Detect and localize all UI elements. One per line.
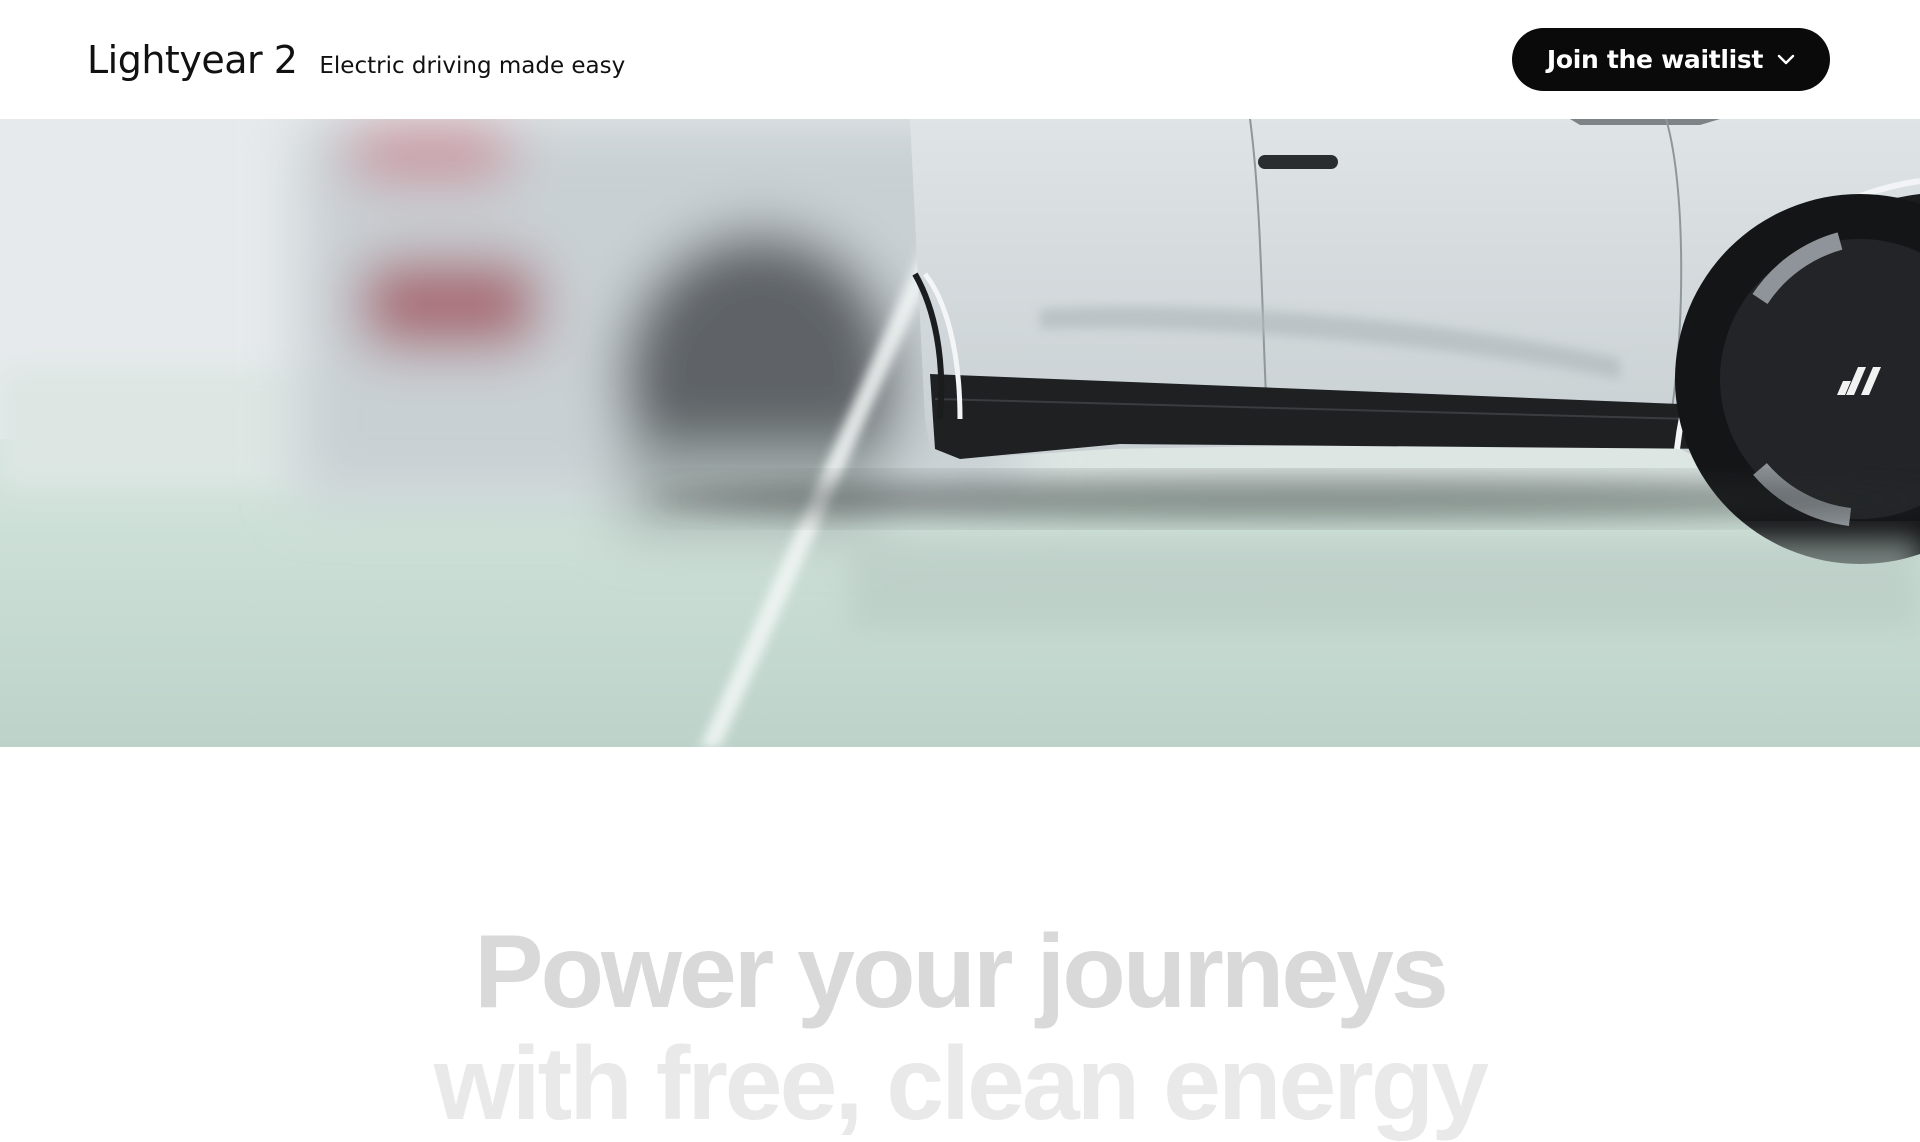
join-waitlist-label: Join the waitlist [1546,45,1764,74]
brand-name[interactable]: Lightyear 2 [87,38,298,82]
car-photo [0,119,1920,747]
chevron-down-icon [1777,54,1795,66]
headline-line-2: with free, clean energy [433,1026,1489,1142]
brand: Lightyear 2 Electric driving made easy [87,38,625,82]
headline-line-1: Power your journeys [474,914,1449,1030]
brand-tagline: Electric driving made easy [319,52,626,79]
site-header: Lightyear 2 Electric driving made easy J… [0,0,1920,119]
hero-image [0,119,1920,747]
join-waitlist-button[interactable]: Join the waitlist [1512,28,1830,91]
hero-headline: Power your journeys with free, clean ene… [0,920,1920,1136]
